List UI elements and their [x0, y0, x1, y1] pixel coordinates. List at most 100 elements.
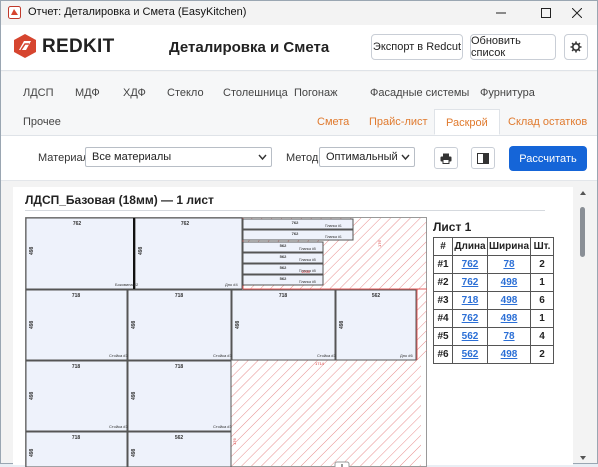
- row-id: #5: [433, 327, 453, 346]
- waste-label: 176: [232, 438, 237, 445]
- dim-label: 562: [372, 293, 381, 299]
- width-cell[interactable]: 498: [487, 291, 531, 310]
- row-id: #4: [433, 309, 453, 328]
- dim-label: 498: [29, 246, 35, 255]
- tab-cutting[interactable]: Раскрой: [434, 109, 500, 135]
- minimize-icon: [496, 12, 506, 14]
- gear-icon: [570, 41, 582, 53]
- tab-hardware[interactable]: Фурнитура: [480, 87, 535, 99]
- toolbar: Материал: Все материалы Метод: Оптимальн…: [1, 136, 597, 181]
- part-name: Боковина #2: [115, 282, 139, 287]
- length-cell[interactable]: 562: [452, 327, 488, 346]
- settings-button[interactable]: [564, 34, 588, 60]
- part-name: Стойка #3: [109, 353, 129, 358]
- waste-label: 1268: [301, 269, 311, 274]
- part-name: Стойка #3: [317, 353, 337, 358]
- scrollbar-thumb[interactable]: [580, 207, 585, 257]
- length-cell[interactable]: 718: [452, 291, 488, 310]
- window-title: Отчет: Деталировка и Смета (EasyKitchen): [28, 6, 247, 18]
- close-button[interactable]: [557, 1, 597, 25]
- length-cell[interactable]: 762: [452, 273, 488, 292]
- material-label: Материал:: [38, 152, 93, 164]
- qty-cell: 2: [530, 255, 554, 274]
- tab-price-list[interactable]: Прайс-лист: [369, 116, 428, 128]
- print-button[interactable]: [434, 147, 458, 169]
- dim-label: 498: [29, 448, 35, 457]
- waste-area: [417, 289, 427, 360]
- table-row: #3 718 498 6: [433, 291, 554, 310]
- length-cell[interactable]: 762: [452, 255, 488, 274]
- part-name: Планка #5: [299, 247, 316, 251]
- dim-label: 762: [181, 221, 190, 227]
- redkit-logo-icon: [14, 34, 36, 58]
- waste-area: [231, 360, 421, 466]
- width-cell[interactable]: 78: [487, 255, 531, 274]
- add-part-button[interactable]: [334, 461, 350, 467]
- part-name: Планка #1: [325, 224, 342, 228]
- table-row: #2 762 498 1: [433, 273, 554, 292]
- length-cell[interactable]: 762: [452, 309, 488, 328]
- calculate-button[interactable]: Рассчитать: [509, 146, 587, 171]
- tab-remnants-stock[interactable]: Склад остатков: [508, 116, 587, 128]
- part-name: Планка #5: [299, 280, 316, 284]
- dim-label: 498: [235, 320, 241, 329]
- tab-other[interactable]: Прочее: [23, 116, 61, 128]
- brand-name: REDKIT: [42, 36, 115, 57]
- parts-table: # Длина Ширина Шт. #1 762 78 2 #2 762 49…: [433, 237, 554, 364]
- row-id: #3: [433, 291, 453, 310]
- tab-hdf[interactable]: ХДФ: [123, 87, 146, 99]
- part-bokovina: [25, 217, 135, 290]
- panel-toggle-button[interactable]: [471, 147, 495, 169]
- row-id: #1: [433, 255, 453, 274]
- print-icon: [440, 153, 452, 164]
- cutting-diagram: 762 762 498 498 Боковина #2 Дно #4 762 П…: [25, 217, 427, 467]
- col-header: Шт.: [530, 237, 554, 256]
- table-header-row: # Длина Ширина Шт.: [433, 237, 554, 256]
- part-stoyka: [25, 289, 128, 361]
- vertical-scrollbar[interactable]: [577, 187, 589, 465]
- col-header: Ширина: [487, 237, 531, 256]
- width-cell[interactable]: 498: [487, 309, 531, 328]
- dim-label: 498: [339, 320, 345, 329]
- row-id: #2: [433, 273, 453, 292]
- material-select-value: Все материалы: [92, 151, 172, 163]
- app-icon: [8, 6, 21, 19]
- tab-ldsp[interactable]: ЛДСП: [23, 87, 54, 99]
- col-header: Длина: [452, 237, 488, 256]
- sheet-list-title: Лист 1: [433, 220, 472, 234]
- dim-label: 762: [73, 221, 82, 227]
- method-select[interactable]: Оптимальный: [319, 147, 415, 167]
- refresh-list-button[interactable]: Обновить список: [470, 34, 556, 60]
- tab-facade-systems[interactable]: Фасадные системы: [370, 87, 469, 99]
- width-cell[interactable]: 498: [487, 273, 531, 292]
- part-stoyka: [127, 360, 232, 432]
- tab-glass[interactable]: Стекло: [167, 87, 204, 99]
- close-icon: [572, 8, 582, 18]
- length-cell[interactable]: 562: [452, 345, 488, 364]
- qty-cell: 4: [530, 327, 554, 346]
- width-cell[interactable]: 498: [487, 345, 531, 364]
- export-redcut-button[interactable]: Экспорт в Redcut: [371, 34, 463, 60]
- dim-label: 718: [72, 364, 81, 370]
- dim-label: 498: [131, 320, 137, 329]
- minimize-button[interactable]: [481, 1, 521, 25]
- tab-estimate[interactable]: Смета: [317, 116, 349, 128]
- width-cell[interactable]: 78: [487, 327, 531, 346]
- method-select-value: Оптимальный: [326, 151, 398, 163]
- col-header: #: [433, 237, 453, 256]
- divider: [25, 210, 545, 211]
- part-name: Планка #5: [299, 258, 316, 262]
- table-row: #1 762 78 2: [433, 255, 554, 274]
- material-select[interactable]: Все материалы: [85, 147, 272, 167]
- dim-label: 718: [175, 364, 184, 370]
- scroll-down-icon[interactable]: [579, 455, 587, 461]
- tab-countertop[interactable]: Столешница: [223, 87, 288, 99]
- chevron-down-icon: [401, 154, 410, 161]
- tab-molding[interactable]: Погонаж: [294, 87, 337, 99]
- part-dno: [134, 217, 243, 290]
- qty-cell: 2: [530, 345, 554, 364]
- tab-mdf[interactable]: МДФ: [75, 87, 100, 99]
- scroll-up-icon[interactable]: [579, 190, 587, 196]
- part-dno-6: [335, 289, 417, 361]
- dim-label: 718: [72, 435, 81, 441]
